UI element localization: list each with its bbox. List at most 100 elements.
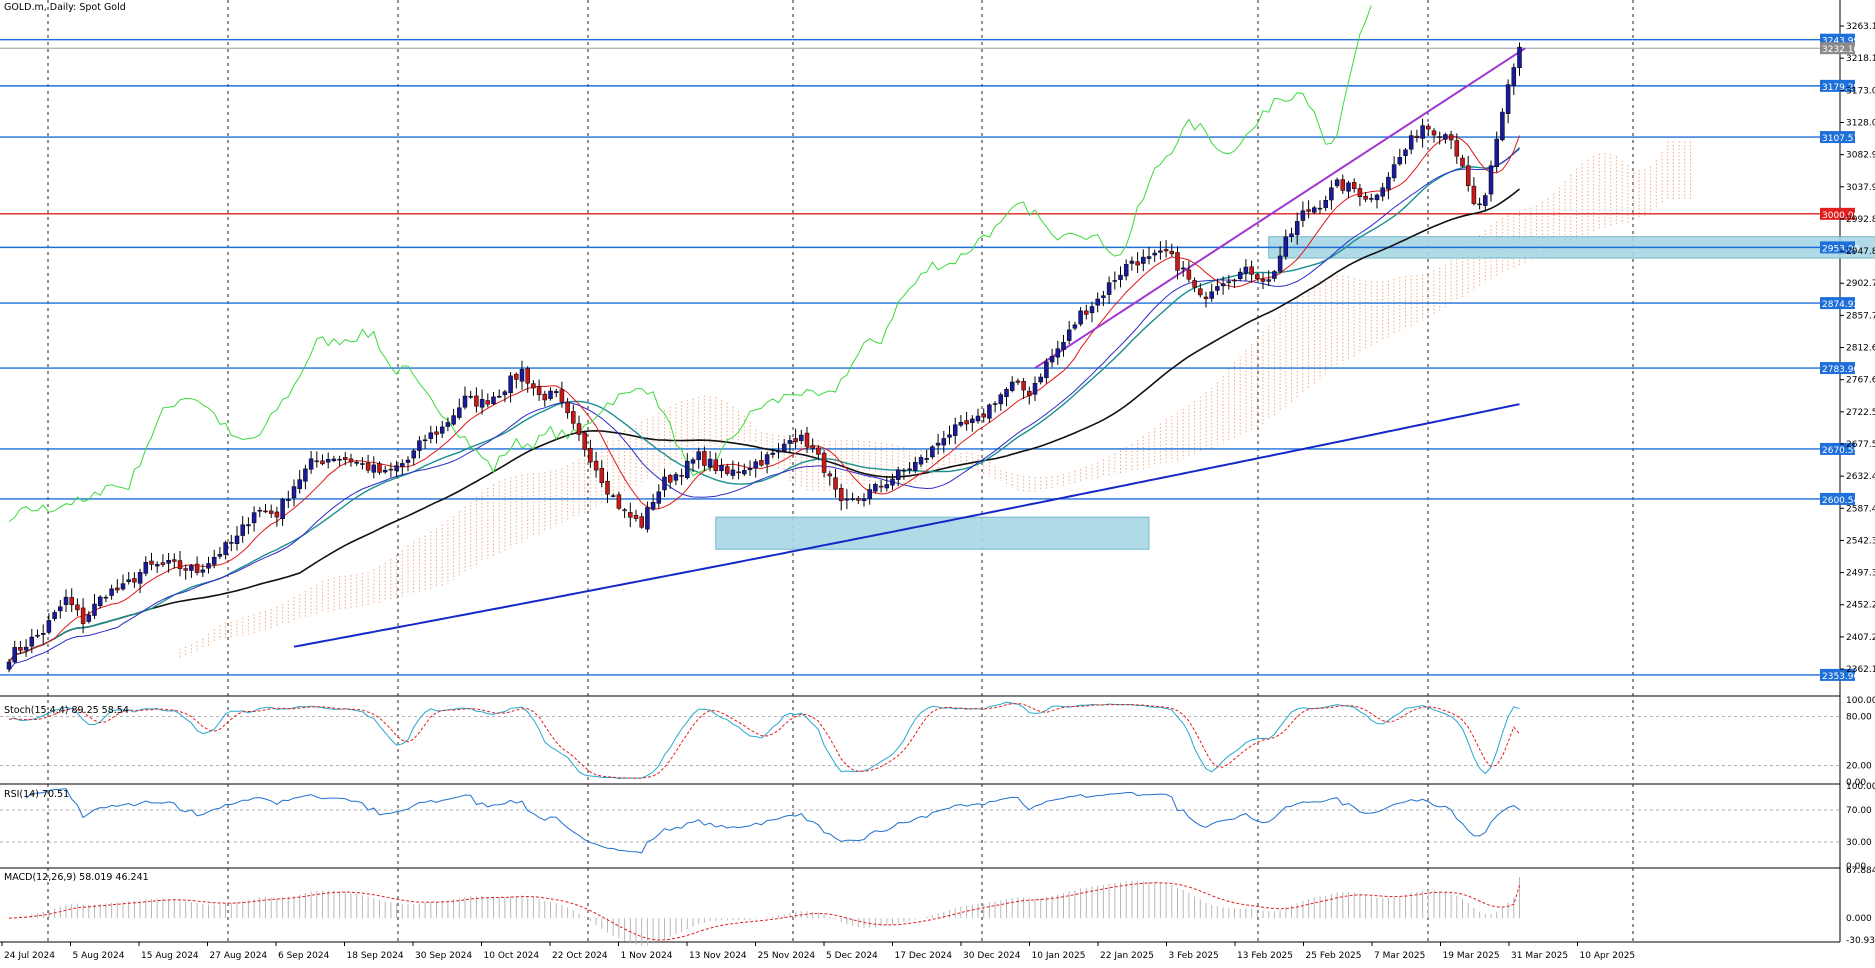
candle-body [1066, 329, 1072, 341]
candle-body [206, 563, 211, 569]
candle-body [901, 469, 907, 472]
candle-body [913, 461, 918, 471]
candle-body [1477, 203, 1482, 206]
candle-body [223, 542, 228, 555]
candle-body [650, 502, 656, 510]
price-tick-label: 2857.71 [1846, 311, 1875, 321]
candle-body [377, 463, 382, 473]
candle-body [1277, 255, 1283, 272]
candle-body [1334, 179, 1340, 187]
price-tick-label: 2362.16 [1846, 665, 1875, 675]
candle-body [35, 634, 40, 637]
candle-body [713, 459, 719, 472]
candle-body [240, 524, 245, 536]
candle-body [1226, 281, 1232, 283]
time-tick-label: 3 Feb 2025 [1169, 951, 1219, 961]
candle-body [810, 445, 815, 449]
price-chart[interactable]: 3243.993232.103179.293107.573000.002953.… [0, 0, 1875, 964]
candle-body [673, 474, 679, 481]
time-tick-label: 22 Jan 2025 [1100, 951, 1154, 961]
candle-body [1465, 165, 1471, 186]
candle-body [1431, 130, 1437, 136]
candle-body [838, 488, 844, 502]
candle-body [1078, 310, 1083, 325]
candle-body [582, 432, 587, 450]
candle-body [451, 415, 456, 425]
candle-body [92, 603, 97, 616]
candle-body [639, 516, 644, 528]
candle-body [947, 434, 952, 438]
candle-body [827, 473, 833, 477]
candle-body [781, 443, 787, 452]
candle-body [1106, 282, 1112, 295]
candle-body [200, 569, 206, 573]
candle-body [508, 375, 513, 394]
level-tag-label: 2874.92 [1822, 300, 1859, 310]
candle-body [856, 498, 861, 501]
level-tag-label: 3107.57 [1822, 134, 1859, 144]
candle-body [747, 467, 753, 471]
candle-body [622, 509, 627, 512]
candle-body [1129, 260, 1135, 264]
candle-body [1215, 286, 1220, 291]
candle-body [764, 454, 770, 465]
candle-body [1317, 207, 1323, 210]
candle-body [417, 440, 422, 451]
candle-body [918, 457, 924, 465]
candle-body [1471, 185, 1477, 204]
candle-body [194, 563, 200, 573]
candle-body [1255, 274, 1260, 279]
candle-body [491, 396, 496, 404]
candle-body [1084, 310, 1089, 315]
candle-body [702, 451, 707, 466]
time-tick-label: 22 Oct 2024 [552, 951, 608, 961]
time-tick-label: 13 Nov 2024 [689, 951, 747, 961]
candle-body [696, 451, 701, 461]
candle-body [1163, 249, 1169, 252]
candle-body [23, 646, 29, 651]
candle-body [394, 465, 399, 472]
candle-body [616, 494, 622, 509]
indicator-tick-label: 67.884 [1846, 866, 1875, 876]
candle-body [1027, 390, 1032, 397]
candle-body [1511, 67, 1517, 87]
indicator-tick-label: 30.00 [1846, 838, 1872, 848]
time-tick-label: 7 Mar 2025 [1374, 951, 1425, 961]
candle-body [1203, 296, 1209, 300]
candle-body [132, 578, 137, 583]
candle-body [685, 461, 690, 478]
indicator-tick-label: 20.00 [1846, 762, 1872, 772]
price-tick-label: 2767.61 [1846, 376, 1875, 386]
candle-body [1483, 195, 1488, 206]
candle-body [143, 562, 149, 574]
candle-body [952, 424, 958, 436]
candle-body [1323, 200, 1328, 208]
candle-body [115, 587, 120, 591]
candle-body [548, 390, 553, 399]
candle-body [1038, 376, 1043, 383]
candle-body [46, 620, 52, 633]
candle-body [246, 524, 251, 527]
candle-body [1272, 271, 1277, 279]
candle-body [656, 491, 662, 504]
price-tick-label: 2497.31 [1846, 569, 1875, 579]
candle-body [274, 511, 280, 518]
candle-body [1306, 209, 1311, 212]
candle-body [154, 564, 160, 567]
price-tick-label: 2677.51 [1846, 440, 1875, 450]
candle-body [645, 507, 650, 530]
rsi-label: RSI(14) 70.51 [4, 789, 69, 800]
time-tick-label: 24 Jul 2024 [4, 951, 55, 961]
candle-body [907, 468, 912, 471]
candle-body [63, 596, 69, 605]
candle-body [1146, 256, 1152, 259]
candle-body [109, 588, 114, 596]
candle-body [1408, 135, 1414, 150]
candle-body [1448, 134, 1454, 141]
candle-body [365, 462, 371, 471]
candle-body [251, 512, 257, 524]
indicator-tick-label: 100.00 [1846, 782, 1875, 792]
candle-body [850, 498, 855, 500]
candle-body [1414, 135, 1420, 139]
candle-body [1186, 269, 1192, 280]
